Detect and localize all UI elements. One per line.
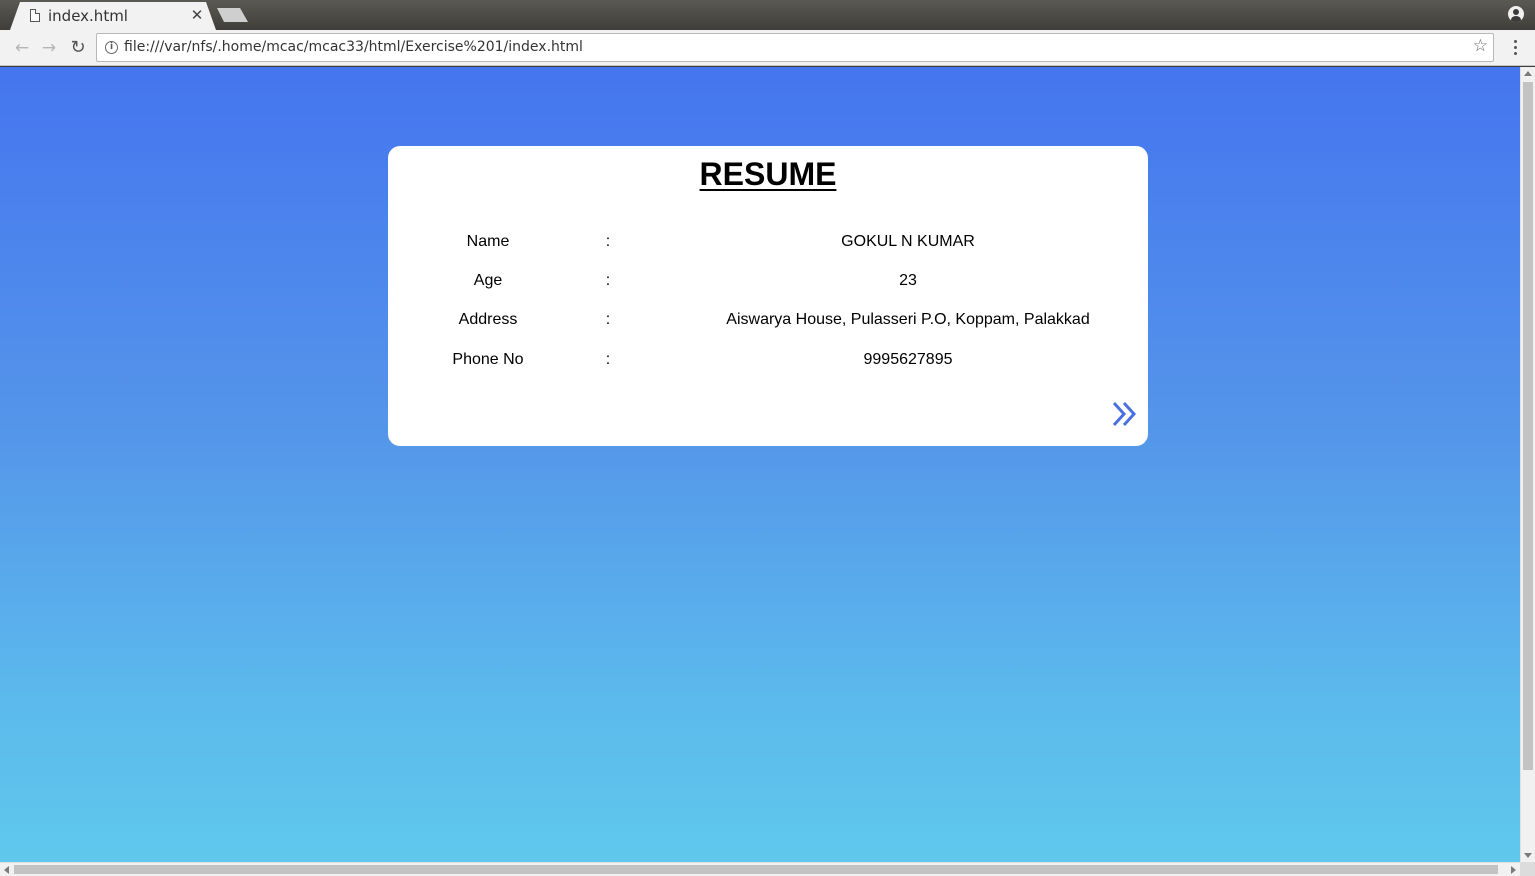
field-row-phone: Phone No : 9995627895 — [388, 351, 1148, 375]
resume-card: RESUME Name : GOKUL N KUMAR Age : 23 Add… — [388, 146, 1148, 446]
info-icon[interactable]: i — [105, 41, 118, 54]
field-separator: : — [605, 351, 611, 368]
field-value: 9995627895 — [863, 351, 953, 368]
vertical-scroll-thumb[interactable] — [1523, 82, 1533, 770]
field-value: Aiswarya House, Pulasseri P.O, Koppam, P… — [726, 311, 1090, 328]
scroll-down-icon[interactable] — [1524, 853, 1532, 858]
double-chevron-right-icon[interactable] — [1110, 399, 1140, 429]
forward-arrow-icon[interactable]: → — [38, 37, 60, 59]
tab-title: index.html — [48, 7, 128, 25]
tab-strip: index.html ✕ — [0, 0, 1535, 30]
back-arrow-icon[interactable]: ← — [11, 37, 33, 59]
field-value: 23 — [899, 272, 917, 289]
field-label: Phone No — [452, 351, 524, 368]
scroll-right-icon[interactable] — [1511, 866, 1516, 874]
close-icon[interactable]: ✕ — [188, 6, 206, 24]
vertical-scrollbar[interactable] — [1520, 67, 1535, 862]
field-value: GOKUL N KUMAR — [841, 233, 975, 250]
field-row-address: Address : Aiswarya House, Pulasseri P.O,… — [388, 311, 1148, 335]
field-separator: : — [605, 272, 611, 289]
tab-index-html[interactable]: index.html ✕ — [10, 2, 216, 30]
new-tab-icon[interactable] — [217, 8, 248, 22]
field-label: Name — [466, 233, 510, 250]
url-text[interactable]: file:///var/nfs/.home/mcac/mcac33/html/E… — [124, 39, 583, 55]
file-icon — [30, 9, 40, 22]
scroll-up-icon[interactable] — [1524, 71, 1532, 76]
field-separator: : — [605, 311, 611, 328]
field-separator: : — [605, 233, 611, 250]
reload-icon[interactable]: ↻ — [67, 37, 89, 59]
scrollbar-corner — [1520, 862, 1535, 876]
page-viewport: RESUME Name : GOKUL N KUMAR Age : 23 Add… — [0, 67, 1520, 862]
horizontal-scrollbar[interactable] — [0, 862, 1520, 876]
field-label: Age — [473, 272, 503, 289]
profile-icon[interactable] — [1508, 6, 1524, 22]
horizontal-scroll-thumb[interactable] — [14, 865, 1498, 874]
browser-toolbar: ← → ↻ i file:///var/nfs/.home/mcac/mcac3… — [0, 30, 1535, 66]
resume-title: RESUME — [699, 156, 837, 192]
bookmark-star-icon[interactable]: ☆ — [1473, 36, 1488, 56]
menu-dots-icon[interactable] — [1508, 39, 1524, 57]
scroll-left-icon[interactable] — [4, 866, 9, 874]
field-row-name: Name : GOKUL N KUMAR — [388, 233, 1148, 257]
address-bar[interactable]: i file:///var/nfs/.home/mcac/mcac33/html… — [96, 33, 1494, 62]
field-label: Address — [458, 311, 518, 328]
field-row-age: Age : 23 — [388, 272, 1148, 296]
